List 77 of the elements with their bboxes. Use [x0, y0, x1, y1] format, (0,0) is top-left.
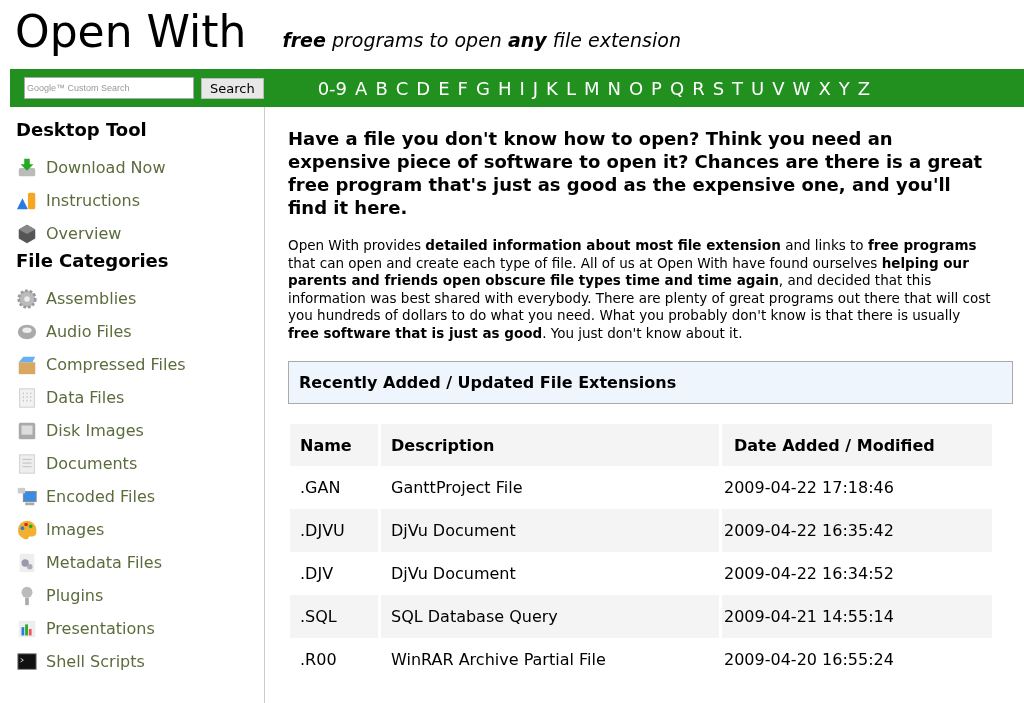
download-icon [16, 156, 38, 179]
table-cell: SQL Database Query [381, 595, 719, 638]
table-cell: 2009-04-22 16:35:42 [722, 509, 992, 552]
tagline: free programs to open any file extension [282, 29, 681, 51]
search-field[interactable]: Google™ Custom Search [24, 77, 194, 99]
letter-link[interactable]: R [692, 77, 705, 99]
letter-link[interactable]: B [375, 77, 388, 99]
letter-link[interactable]: Q [669, 77, 685, 99]
sidebar-link[interactable]: Audio Files [46, 322, 132, 341]
table-cell-text: DjVu Document [390, 563, 517, 585]
letter-link[interactable]: O [628, 77, 644, 99]
letter-link[interactable]: K [546, 77, 558, 99]
sidebar-link[interactable]: Shell Scripts [46, 652, 145, 671]
sidebar-link[interactable]: Overview [46, 224, 122, 243]
intro-heading: Have a file you don't know how to open? Think you need an expensive piece of software to open it? Chances are there is a great free program that's just as good as the expensive one, and you'll find it here. [288, 127, 984, 219]
letter-link[interactable]: L [565, 77, 576, 99]
sidebar-link[interactable]: Instructions [46, 191, 140, 210]
table-cell-text: .DJV [299, 563, 335, 585]
sidebar-link[interactable]: Disk Images [46, 421, 144, 440]
sidebar-heading: File Categories [16, 250, 170, 273]
table-cell-text: 2009-04-22 17:18:46 [723, 477, 895, 499]
letter-link[interactable]: T [732, 77, 744, 99]
sidebar-heading: Desktop Tool [16, 119, 148, 142]
letter-link[interactable]: Z [857, 77, 871, 99]
letter-link[interactable]: V [772, 77, 785, 99]
letter-link[interactable]: A [355, 77, 368, 99]
letter-link[interactable]: 0-9 [317, 77, 348, 99]
letter-link[interactable]: P [651, 77, 662, 99]
sidebar-link[interactable]: Documents [46, 454, 138, 473]
table-cell-text: 2009-04-20 16:55:24 [723, 649, 895, 671]
letter-link[interactable]: M [583, 77, 600, 99]
table-cell: .DJVU [290, 509, 378, 552]
sidebar-link[interactable]: Images [46, 520, 105, 539]
gear-icon [16, 287, 38, 310]
search-button[interactable]: Search [201, 77, 264, 99]
spreadsheet-icon [16, 386, 38, 409]
sidebar-link[interactable]: Encoded Files [46, 487, 156, 506]
table-cell-text: GanttProject File [390, 477, 524, 499]
column-header: Date Added / Modified [722, 424, 992, 466]
column-header: Name [290, 424, 378, 466]
letter-link[interactable]: Y [838, 77, 850, 99]
letter-link[interactable]: N [607, 77, 621, 99]
letter-link[interactable]: S [712, 77, 725, 99]
terminal-icon [16, 650, 38, 673]
table-cell-text: 2009-04-22 16:34:52 [723, 563, 895, 585]
section-title: Recently Added / Updated File Extensions [299, 373, 677, 392]
sidebar-link[interactable]: Plugins [46, 586, 104, 605]
table-cell-text: .R00 [299, 649, 338, 671]
computer-icon [16, 485, 38, 508]
letter-link[interactable]: J [532, 77, 539, 99]
letter-link[interactable]: U [751, 77, 765, 99]
site-title: Open With [15, 6, 247, 57]
column-header: Description [381, 424, 719, 466]
sidebar-link[interactable]: Metadata Files [46, 553, 162, 572]
sidebar-link[interactable]: Data Files [46, 388, 125, 407]
sidebar-link[interactable]: Download Now [46, 158, 166, 177]
letter-link[interactable]: F [457, 77, 468, 99]
table-cell-text: WinRAR Archive Partial File [390, 649, 607, 671]
cube-icon [16, 222, 38, 245]
table-cell: DjVu Document [381, 509, 719, 552]
letter-link[interactable]: W [792, 77, 811, 99]
sidebar-link[interactable]: Compressed Files [46, 355, 186, 374]
letter-link[interactable]: H [497, 77, 512, 99]
sidebar-link[interactable]: Assemblies [46, 289, 137, 308]
document-icon [16, 452, 38, 475]
letter-link[interactable]: X [818, 77, 831, 99]
intro-paragraph: Open With provides detailed information about most file extension and links to free programs that can open and create each type of file. All of us at Open With have found ourselves helping our parents and friends open obscure file types time and time again, and decided that this information was best shared with everybody. There are plenty of great programs out there that will cost you hundreds of dollars to do what you need. What you probably don't know is that there is usually free software that is just as good. You just don't know about it. [288, 237, 992, 342]
sidebar-link[interactable]: Presentations [46, 619, 155, 638]
letter-link[interactable]: E [438, 77, 450, 99]
palette-icon [16, 518, 38, 541]
table-cell: .SQL [290, 595, 378, 638]
letter-link[interactable]: C [395, 77, 409, 99]
letter-link[interactable]: D [416, 77, 431, 99]
table-cell-text: .GAN [299, 477, 342, 499]
letter-link[interactable]: G [475, 77, 490, 99]
letter-link[interactable]: I [519, 77, 525, 99]
table-cell: 2009-04-21 14:55:14 [722, 595, 992, 638]
